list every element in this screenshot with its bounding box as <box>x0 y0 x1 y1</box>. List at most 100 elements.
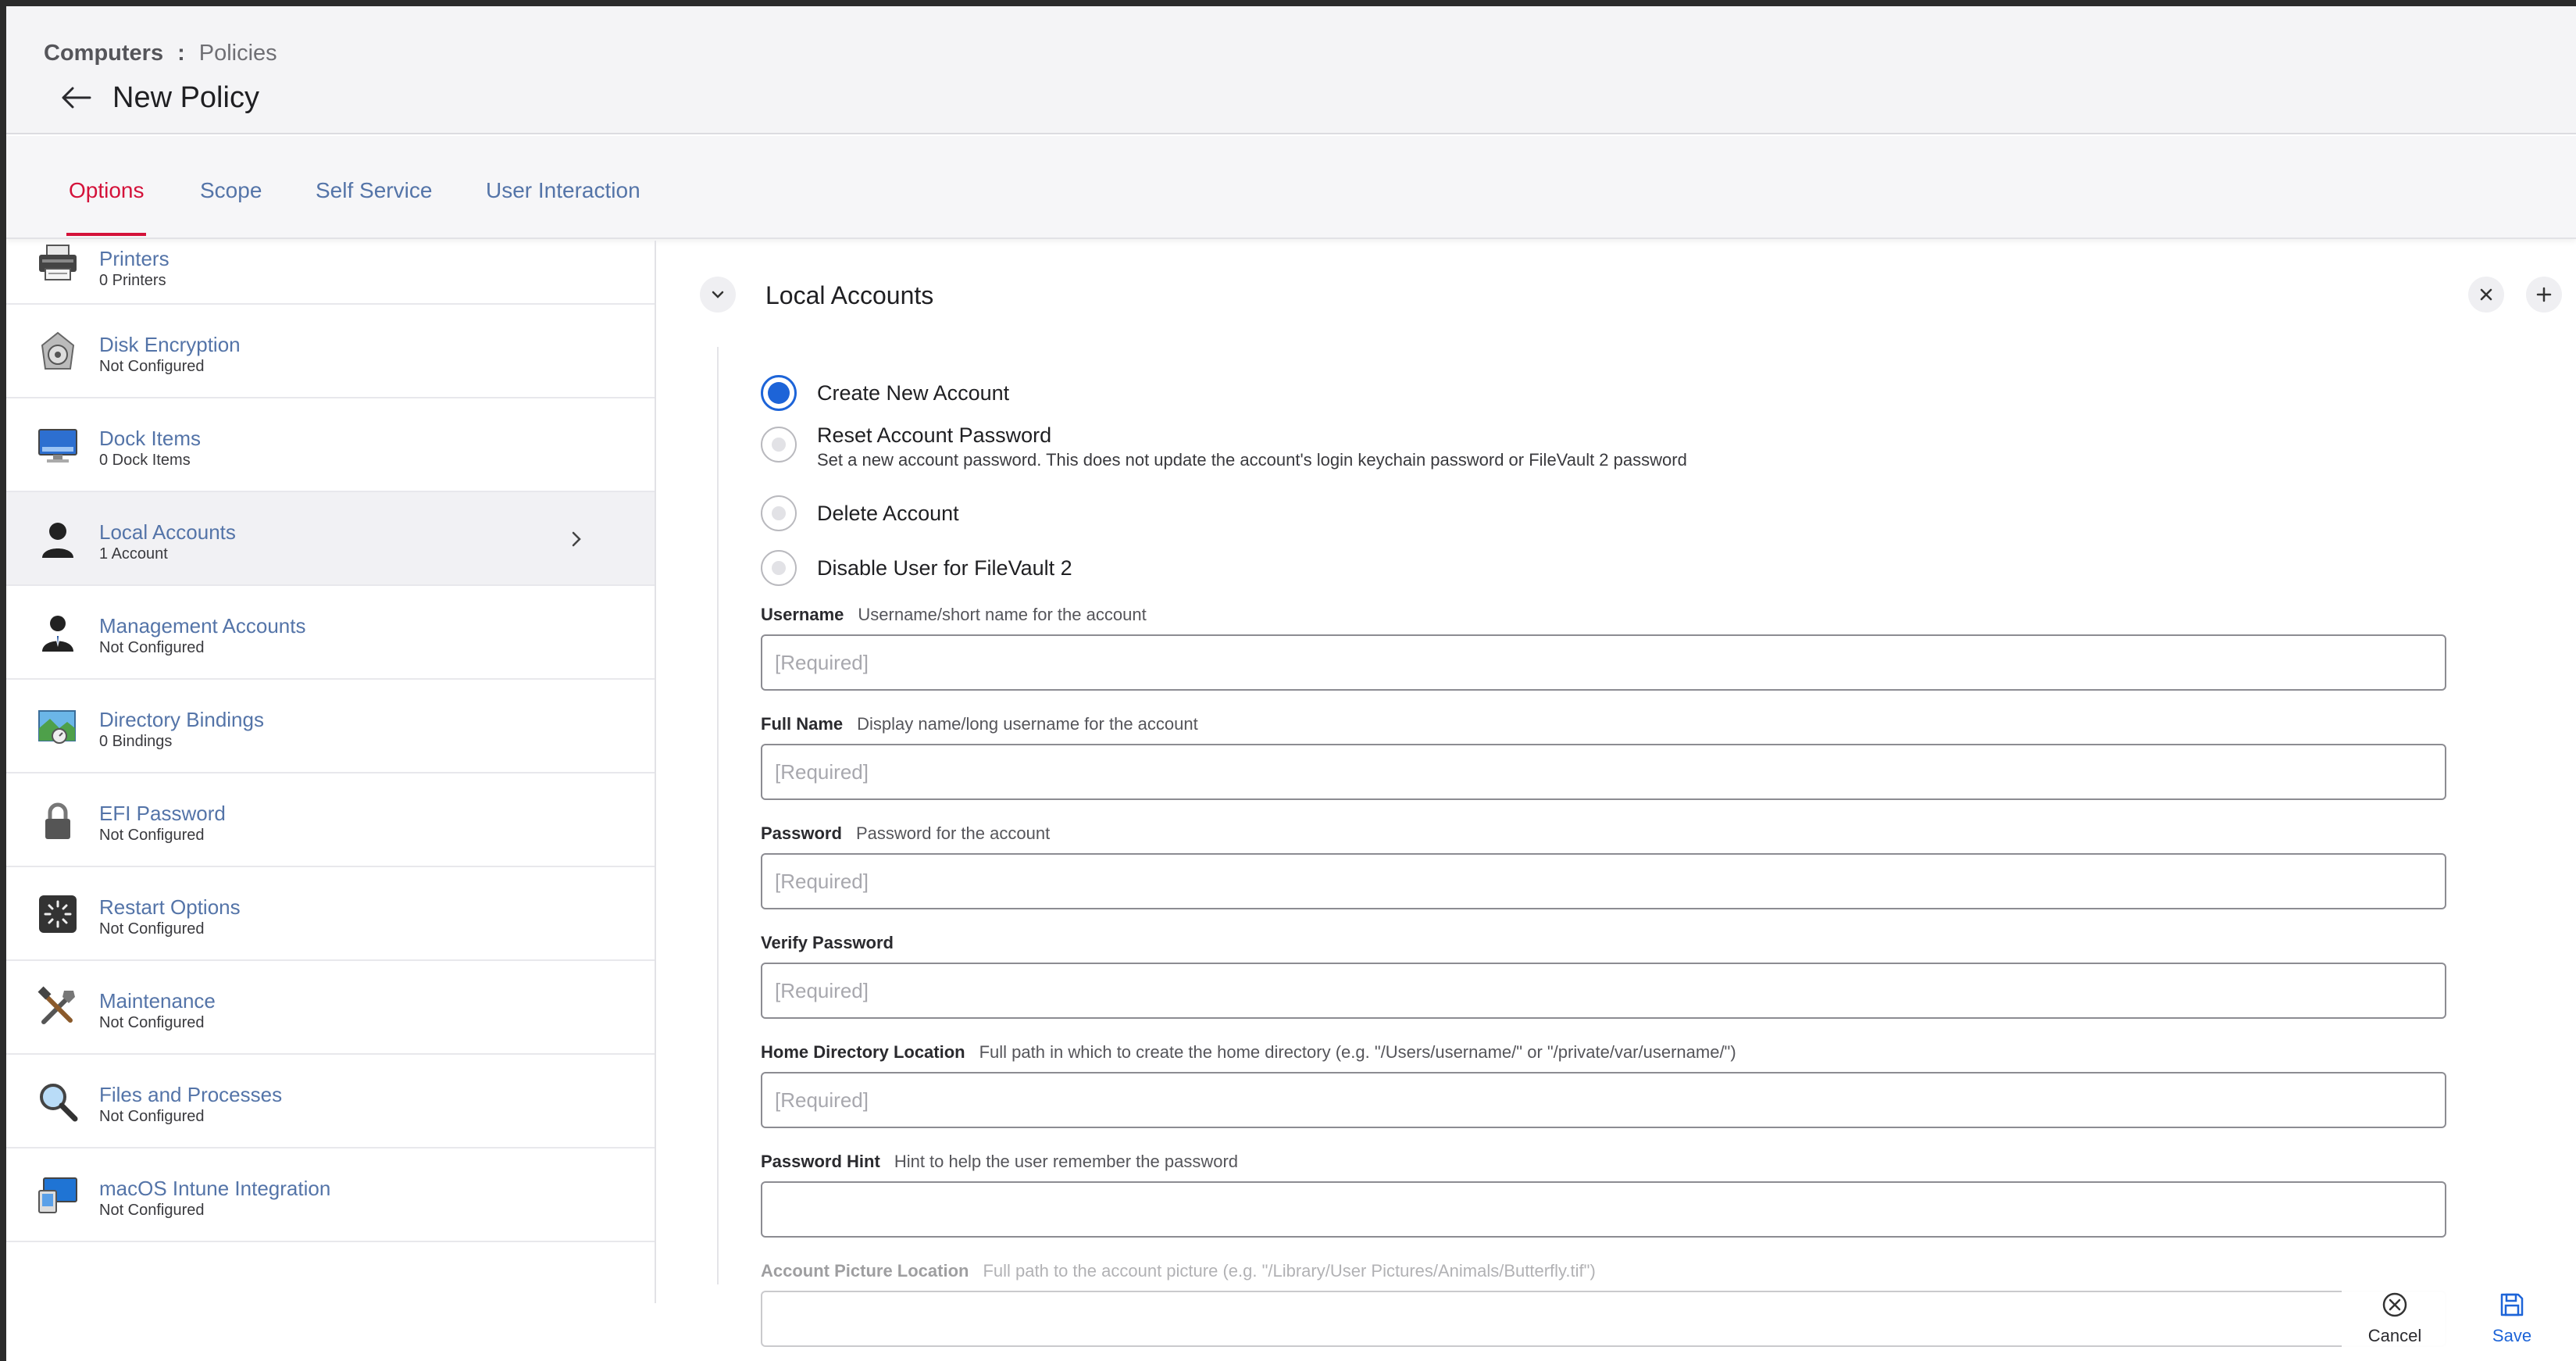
footer-actions: Cancel Save <box>2342 1291 2576 1361</box>
password-hint-input[interactable] <box>761 1181 2446 1238</box>
sidebar-item-directory-bindings[interactable]: Directory Bindings 0 Bindings <box>6 680 655 773</box>
radio-button[interactable] <box>761 495 797 531</box>
breadcrumb-policies[interactable]: Policies <box>199 41 277 66</box>
sidebar-item-label: EFI Password <box>99 802 226 825</box>
sidebar-item-status: Not Configured <box>99 639 205 656</box>
save-button[interactable]: Save <box>2473 1291 2551 1346</box>
sidebar-item-status: Not Configured <box>99 920 205 938</box>
field-help-text: Hint to help the user remember the passw… <box>894 1152 1239 1171</box>
field-label-text: Home Directory Location <box>761 1042 965 1062</box>
section-divider <box>717 347 719 1284</box>
account-picture-input[interactable] <box>761 1291 2446 1347</box>
breadcrumb: Computers : Policies <box>44 41 277 66</box>
password-input[interactable] <box>761 853 2446 909</box>
cancel-label: Cancel <box>2367 1326 2422 1345</box>
sidebar-item-status: 1 Account <box>99 545 168 563</box>
dock-icon <box>36 423 80 467</box>
field-help-text: Full path in which to create the home di… <box>979 1042 1736 1062</box>
sidebar-item-local-accounts[interactable]: Local Accounts 1 Account <box>6 492 655 586</box>
remove-payload-button[interactable] <box>2468 277 2504 313</box>
payload-sidebar: Printers 0 Printers Disk Encryption Not … <box>6 241 656 1303</box>
sidebar-item-dock-items[interactable]: Dock Items 0 Dock Items <box>6 398 655 492</box>
plus-icon <box>2536 287 2552 302</box>
sidebar-item-status: Not Configured <box>99 1108 205 1125</box>
disk-encryption-icon <box>36 330 80 373</box>
sidebar-item-label: Files and Processes <box>99 1083 283 1106</box>
back-arrow-icon[interactable] <box>56 78 95 117</box>
sidebar-item-label: Maintenance <box>99 989 216 1013</box>
sidebar-item-label: Local Accounts <box>99 520 236 544</box>
radio-button[interactable] <box>761 550 797 586</box>
sidebar-item-status: Not Configured <box>99 358 205 375</box>
printer-icon <box>36 241 80 284</box>
password-hint-label: Password Hint Hint to help the user remem… <box>761 1152 1238 1172</box>
tab-bar: Options Scope Self Service User Interact… <box>6 136 2576 239</box>
field-label-text: Full Name <box>761 714 844 734</box>
username-input[interactable] <box>761 634 2446 691</box>
tab-self-service[interactable]: Self Service <box>316 178 432 203</box>
sidebar-item-status: 0 Bindings <box>99 733 173 750</box>
manager-icon <box>36 611 80 655</box>
add-payload-button[interactable] <box>2526 277 2562 313</box>
breadcrumb-separator: : <box>177 41 185 66</box>
active-tab-indicator <box>66 233 146 236</box>
sidebar-item-disk-encryption[interactable]: Disk Encryption Not Configured <box>6 305 655 398</box>
field-label-text: Account Picture Location <box>761 1261 969 1281</box>
collapse-section-button[interactable] <box>700 277 736 313</box>
sidebar-item-maintenance[interactable]: Maintenance Not Configured <box>6 961 655 1055</box>
magnifier-icon <box>36 1080 80 1123</box>
lock-icon <box>36 798 80 842</box>
radio-label: Disable User for FileVault 2 <box>817 556 1072 580</box>
page-title: New Policy <box>112 80 259 114</box>
cancel-button[interactable]: Cancel <box>2348 1291 2442 1346</box>
sidebar-item-macos-intune-integration[interactable]: macOS Intune Integration Not Configured <box>6 1148 655 1242</box>
password-label: Password Password for the account <box>761 823 1050 844</box>
radio-button[interactable] <box>761 427 797 463</box>
user-icon <box>36 517 80 561</box>
username-label: Username Username/short name for the acco… <box>761 605 1147 625</box>
sidebar-item-label: Printers <box>99 247 169 270</box>
radio-disable-user-filevault[interactable]: Disable User for FileVault 2 <box>761 550 1072 586</box>
field-help-text: Username/short name for the account <box>858 605 1147 624</box>
sidebar-item-management-accounts[interactable]: Management Accounts Not Configured <box>6 586 655 680</box>
intune-icon <box>36 1173 80 1217</box>
full-name-input[interactable] <box>761 744 2446 800</box>
radio-delete-account[interactable]: Delete Account <box>761 495 959 531</box>
tools-icon <box>36 986 80 1030</box>
tab-options[interactable]: Options <box>69 178 144 203</box>
sidebar-item-efi-password[interactable]: EFI Password Not Configured <box>6 773 655 867</box>
page-header: Computers : Policies New Policy <box>6 6 2576 134</box>
verify-password-label: Verify Password <box>761 933 908 953</box>
radio-reset-account-password[interactable]: Reset Account Password Set a new account… <box>761 423 1687 470</box>
sidebar-item-status: Not Configured <box>99 827 205 844</box>
home-directory-label: Home Directory Location Full path in whic… <box>761 1042 1736 1063</box>
radio-button[interactable] <box>761 375 797 411</box>
sidebar-item-label: Restart Options <box>99 895 241 919</box>
sidebar-item-status: 0 Printers <box>99 272 166 289</box>
breadcrumb-computers[interactable]: Computers <box>44 41 163 66</box>
sidebar-item-status: Not Configured <box>99 1014 205 1031</box>
sidebar-item-label: Management Accounts <box>99 614 306 638</box>
sidebar-item-restart-options[interactable]: Restart Options Not Configured <box>6 867 655 961</box>
chevron-right-icon <box>569 531 584 547</box>
chevron-down-icon <box>712 291 724 298</box>
tab-scope[interactable]: Scope <box>200 178 262 203</box>
verify-password-input[interactable] <box>761 963 2446 1019</box>
save-label: Save <box>2492 1326 2532 1345</box>
sidebar-item-files-and-processes[interactable]: Files and Processes Not Configured <box>6 1055 655 1148</box>
sidebar-item-status: Not Configured <box>99 1202 205 1219</box>
field-label-text: Username <box>761 605 844 624</box>
restart-icon <box>36 892 80 936</box>
section-title: Local Accounts <box>765 281 934 309</box>
field-label-text: Password <box>761 823 842 843</box>
radio-create-new-account[interactable]: Create New Account <box>761 375 1009 411</box>
close-icon <box>2480 288 2492 301</box>
sidebar-item-printers[interactable]: Printers 0 Printers <box>6 241 655 305</box>
sidebar-item-label: Directory Bindings <box>99 708 264 731</box>
app-window: Computers : Policies New Policy Options … <box>6 6 2576 1361</box>
tab-user-interaction[interactable]: User Interaction <box>486 178 640 203</box>
cancel-circle-icon <box>2382 1292 2407 1317</box>
save-disk-icon <box>2500 1293 2524 1316</box>
home-directory-input[interactable] <box>761 1072 2446 1128</box>
directory-icon <box>36 705 80 748</box>
